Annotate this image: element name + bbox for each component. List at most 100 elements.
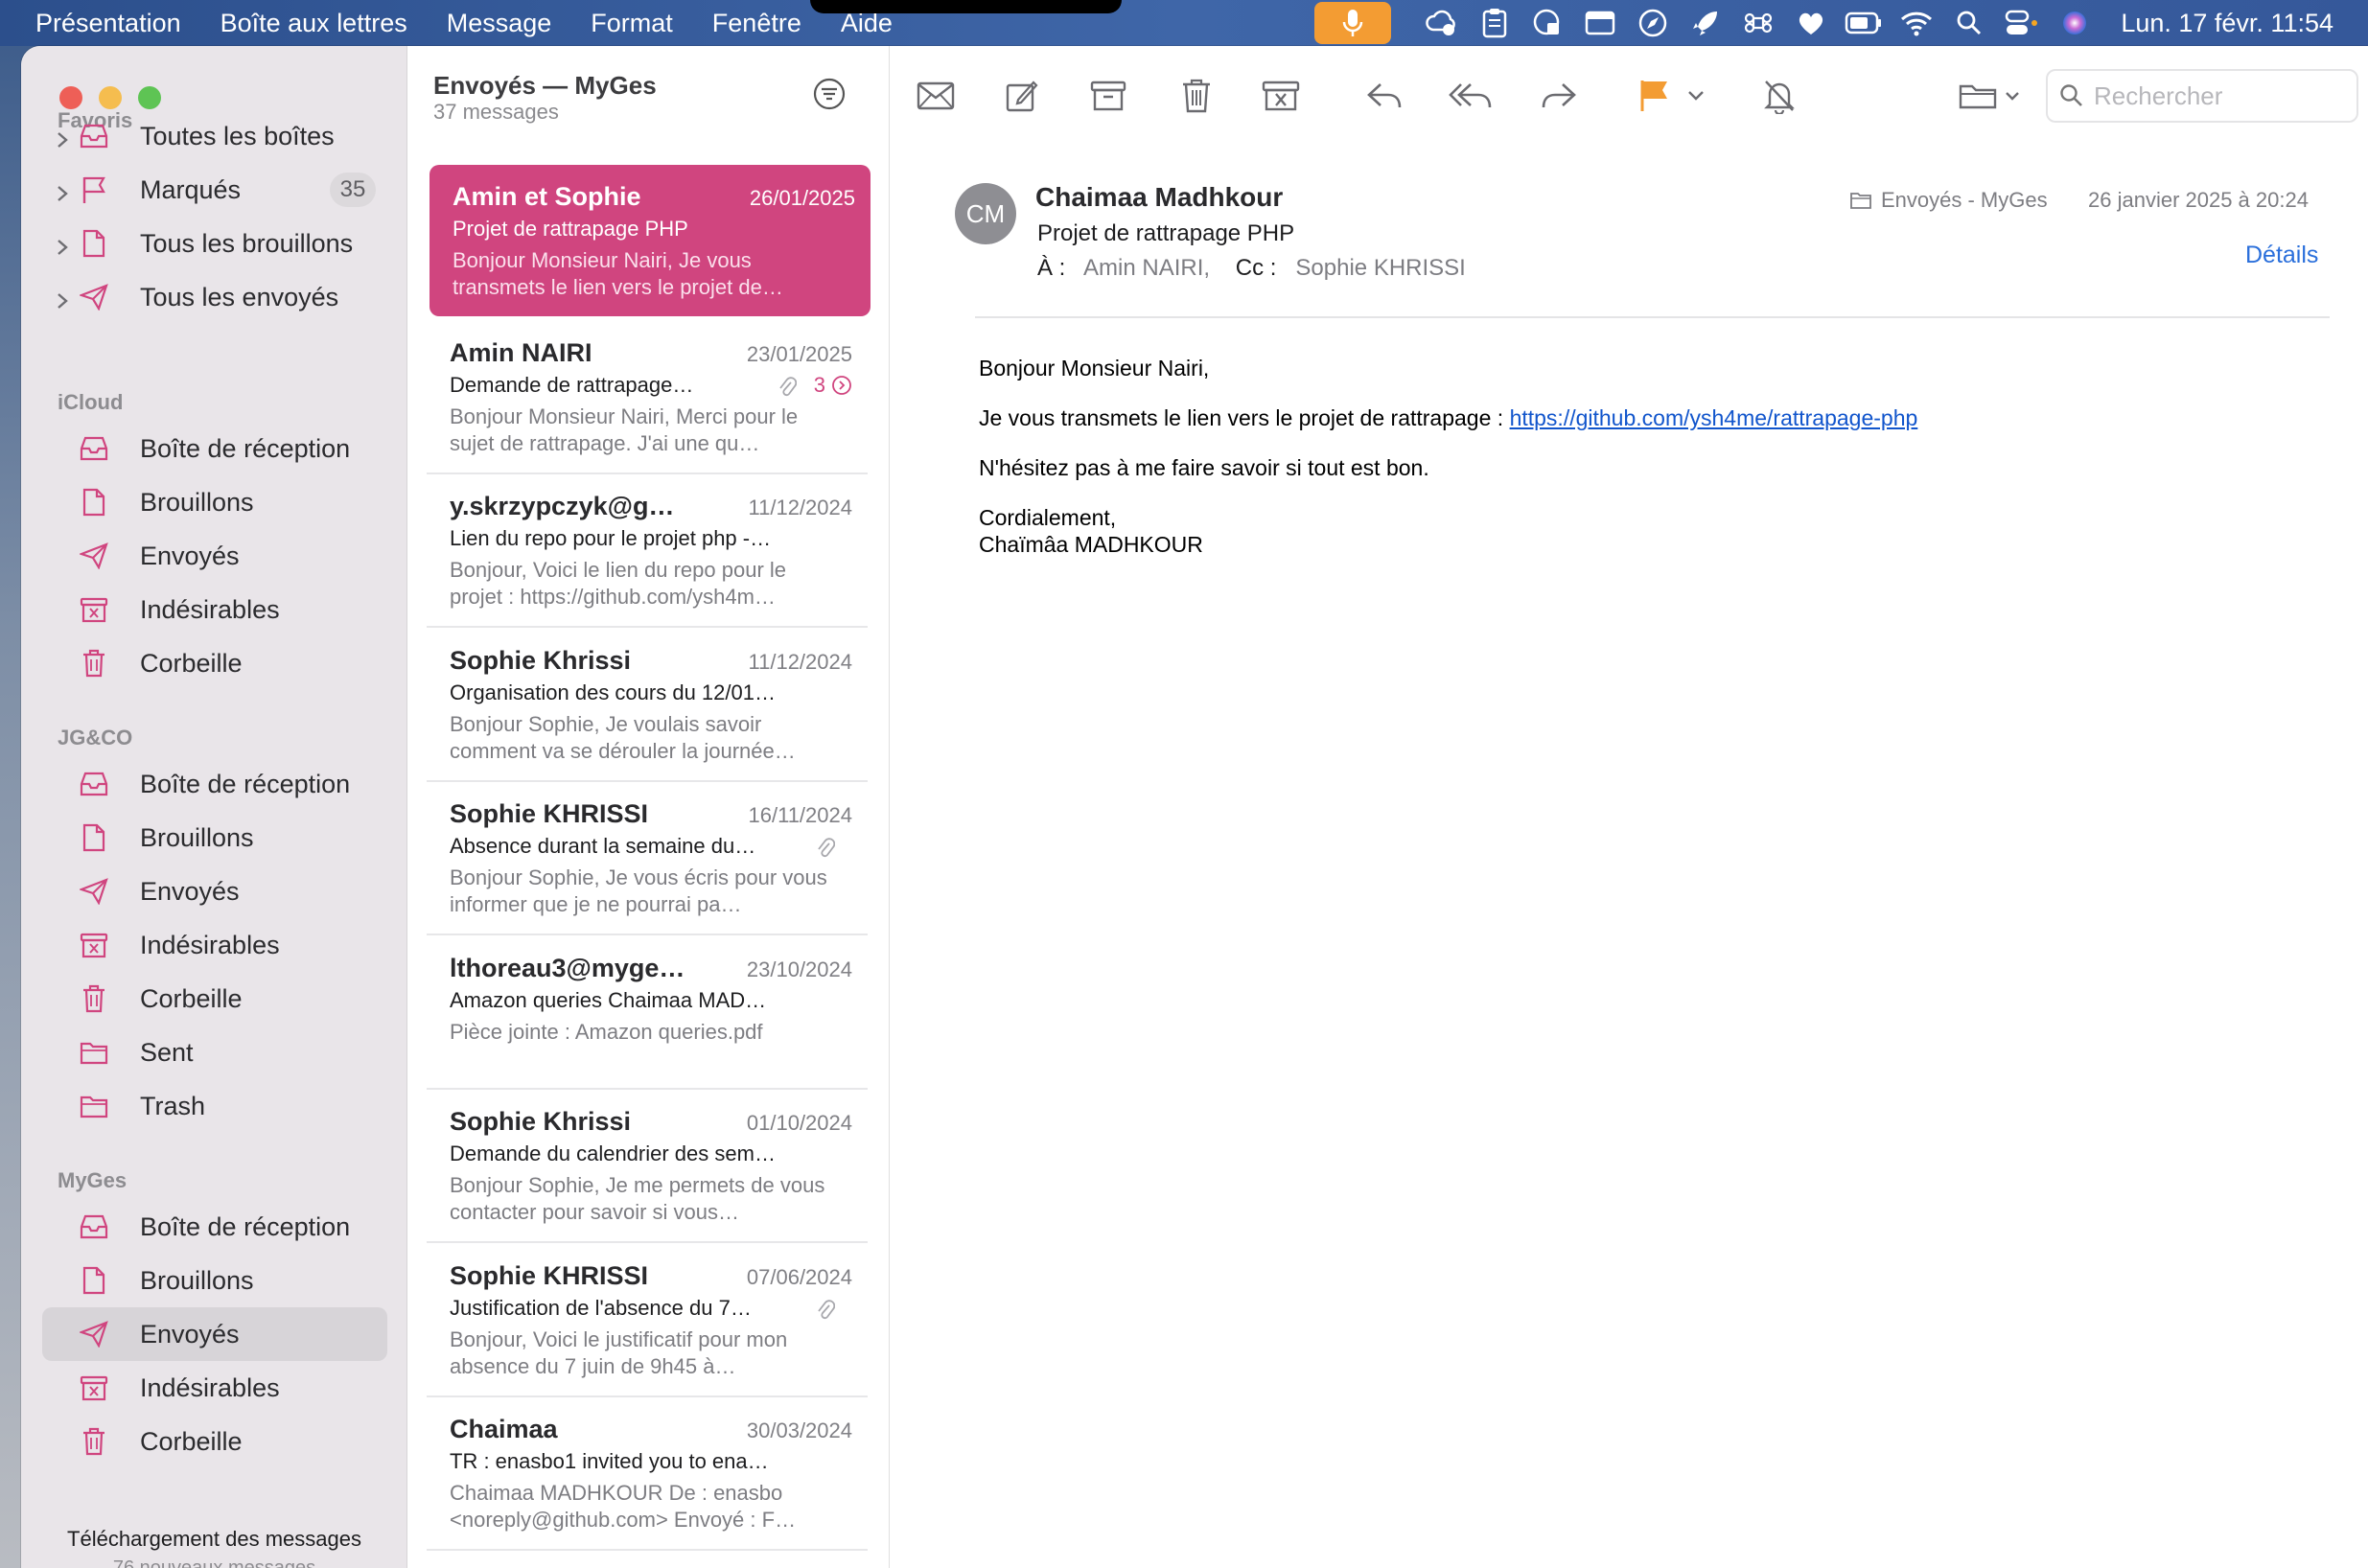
cloud-alert-icon[interactable] — [1423, 4, 1461, 42]
sidebar-item-envoy-s[interactable]: Envoyés — [42, 529, 387, 583]
chevron-right-icon[interactable] — [56, 180, 71, 201]
thread-count-number: 3 — [813, 373, 825, 397]
siri-icon[interactable] — [2055, 4, 2094, 42]
clipboard-icon[interactable] — [1475, 4, 1514, 42]
cc-recipient[interactable]: Sophie KHRISSI — [1295, 255, 1465, 281]
menu-message[interactable]: Message — [447, 9, 552, 38]
sidebar-item-trash[interactable]: Trash — [42, 1079, 387, 1133]
move-folder-icon[interactable] — [1956, 73, 2025, 119]
message-date: 30/03/2024 — [746, 1418, 852, 1442]
section-label[interactable]: MyGes — [58, 1168, 127, 1193]
sidebar-item-envoy-s[interactable]: Envoyés — [42, 865, 387, 918]
sidebar-item-bo-te-de-r-ception[interactable]: Boîte de réception — [42, 1200, 387, 1254]
microphone-icon[interactable] — [1314, 2, 1392, 44]
control-center-icon[interactable] — [2003, 4, 2041, 42]
message-body: Bonjour Monsieur Nairi, Je vous transmet… — [979, 355, 1917, 581]
rocket-icon[interactable] — [1686, 4, 1725, 42]
sidebar-item-tous-les-envoy-s[interactable]: Tous les envoyés — [42, 270, 387, 324]
menu-window[interactable]: Fenêtre — [712, 9, 801, 38]
command-icon[interactable] — [1739, 4, 1777, 42]
search-field[interactable] — [2046, 69, 2358, 123]
archive-icon[interactable] — [1085, 73, 1131, 119]
list-item[interactable]: Amin et Sophie 26/01/2025 Projet de rattra… — [429, 165, 871, 316]
menu-clock[interactable]: Lun. 17 févr. 11:54 — [2121, 9, 2333, 38]
compose-icon[interactable] — [999, 73, 1045, 119]
sidebar-item-envoy-s[interactable]: Envoyés — [42, 1307, 387, 1361]
sidebar-item-ind-sirables[interactable]: Indésirables — [42, 1361, 387, 1415]
password-icon[interactable] — [1528, 4, 1567, 42]
inbox-icon — [77, 431, 111, 466]
message-preview: Bonjour Sophie, Je voulais savoir commen… — [450, 712, 796, 763]
list-item[interactable]: Amin NAIRI 23/01/2025 Demande de rattrapag… — [427, 321, 868, 474]
thread-count[interactable]: 3 — [814, 373, 852, 398]
sidebar-item-brouillons[interactable]: Brouillons — [42, 475, 387, 529]
section-label[interactable]: JG&CO — [58, 726, 132, 750]
message-date: 26 janvier 2025 à 20:24 — [2088, 188, 2309, 212]
attachment-icon — [816, 836, 837, 861]
list-item[interactable]: Chaimaa 30/03/2024 TR : enasbo1 invited yo… — [427, 1397, 868, 1551]
list-item[interactable]: Sophie Khrissi 11/12/2024 Organisation des… — [427, 629, 868, 782]
sidebar-item-label: Boîte de réception — [140, 769, 351, 798]
reply-icon[interactable] — [1361, 73, 1407, 119]
sidebar-item-label: Corbeille — [140, 983, 243, 1013]
list-item[interactable]: Sophie KHRISSI 07/06/2024 Justification de… — [427, 1244, 868, 1397]
sidebar-item-marqu-s[interactable]: Marqués 35 — [42, 163, 387, 217]
sidebar-item-ind-sirables[interactable]: Indésirables — [42, 583, 387, 636]
sidebar-item-brouillons[interactable]: Brouillons — [42, 1254, 387, 1307]
menu-mailbox[interactable]: Boîte aux lettres — [221, 9, 407, 38]
sidebar-item-sent[interactable]: Sent — [42, 1026, 387, 1079]
forward-icon[interactable] — [1536, 73, 1582, 119]
sender-name[interactable]: Chaimaa Madhkour — [1035, 182, 1283, 213]
filter-icon[interactable] — [812, 77, 847, 111]
safari-icon[interactable] — [1634, 4, 1672, 42]
list-item[interactable]: y.skrzypczyk@g… 11/12/2024 Lien du repo po… — [427, 474, 868, 628]
list-item[interactable]: Sophie KHRISSI 16/11/2024 Absence durant l… — [427, 782, 868, 935]
menu-presentation[interactable]: Présentation — [35, 9, 181, 38]
chevron-right-icon[interactable] — [56, 127, 71, 148]
junk-icon[interactable] — [1258, 73, 1304, 119]
sidebar-item-ind-sirables[interactable]: Indésirables — [42, 918, 387, 972]
sidebar-item-label: Tous les brouillons — [140, 228, 354, 258]
flag-icon[interactable] — [1632, 73, 1678, 119]
message-date: 16/11/2024 — [748, 803, 852, 827]
battery-icon[interactable] — [1845, 4, 1883, 42]
sidebar-item-corbeille[interactable]: Corbeille — [42, 636, 387, 690]
section-label[interactable]: iCloud — [58, 390, 123, 415]
to-recipient[interactable]: Amin NAIRI, — [1083, 255, 1210, 281]
message-date: 23/10/2024 — [746, 957, 852, 981]
wifi-icon[interactable] — [1897, 4, 1936, 42]
mailbox-indicator[interactable]: Envoyés - MyGes — [1850, 188, 2048, 213]
attachment-icon — [778, 375, 799, 400]
sidebar-item-bo-te-de-r-ception[interactable]: Boîte de réception — [42, 422, 387, 475]
search-icon — [2059, 83, 2084, 108]
sidebar-item-tous-les-brouillons[interactable]: Tous les brouillons — [42, 217, 387, 270]
sidebar-item-brouillons[interactable]: Brouillons — [42, 811, 387, 865]
chevron-right-icon[interactable] — [56, 234, 71, 255]
sidebar-item-toutes-les-bo-tes[interactable]: Toutes les boîtes — [42, 109, 387, 163]
message-date: 11/12/2024 — [748, 496, 852, 519]
zoom-button[interactable] — [138, 86, 161, 109]
chevron-down-icon[interactable] — [1682, 73, 1710, 119]
cc-label: Cc : — [1235, 255, 1277, 281]
message-sender: lthoreau3@myge… — [450, 954, 685, 982]
envelope-icon[interactable] — [913, 73, 959, 119]
minimize-button[interactable] — [99, 86, 122, 109]
sidebar-item-corbeille[interactable]: Corbeille — [42, 1415, 387, 1468]
mute-icon[interactable] — [1756, 73, 1802, 119]
menu-format[interactable]: Format — [591, 9, 673, 38]
list-item[interactable]: Sophie Khrissi 01/10/2024 Demande du calen… — [427, 1090, 868, 1243]
heart-icon[interactable] — [1792, 4, 1830, 42]
trash-icon[interactable] — [1173, 73, 1219, 119]
sent-icon — [77, 874, 111, 909]
sidebar-item-corbeille[interactable]: Corbeille — [42, 972, 387, 1026]
chevron-right-icon[interactable] — [56, 288, 71, 309]
reply-all-icon[interactable] — [1448, 73, 1494, 119]
repo-link[interactable]: https://github.com/ysh4me/rattrapage-php — [1510, 405, 1918, 430]
close-button[interactable] — [59, 86, 82, 109]
search-icon[interactable] — [1950, 4, 1988, 42]
sidebar-item-bo-te-de-r-ception[interactable]: Boîte de réception — [42, 757, 387, 811]
list-item[interactable]: lthoreau3@myge… 23/10/2024 Amazon queries … — [427, 936, 868, 1090]
details-link[interactable]: Détails — [2245, 242, 2318, 269]
search-input[interactable] — [2094, 81, 2343, 111]
window-icon[interactable] — [1581, 4, 1619, 42]
